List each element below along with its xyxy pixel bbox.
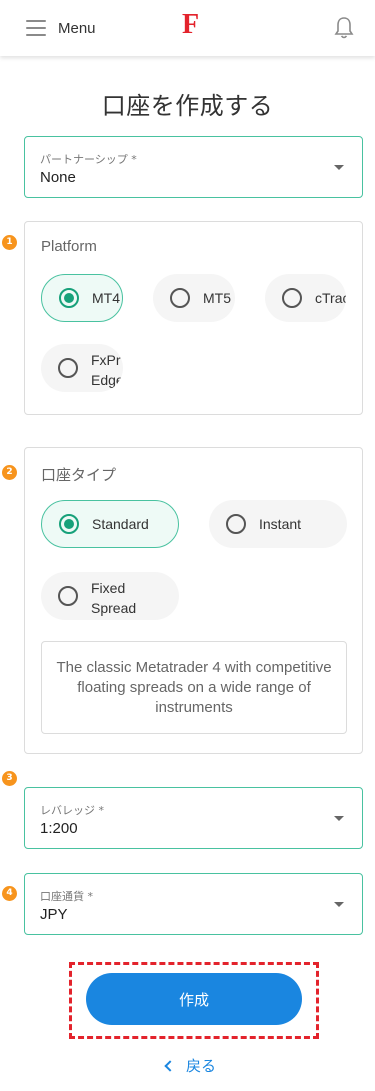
account-type-option-label-line1: Fixed xyxy=(91,580,126,596)
platform-option-ctrader[interactable]: cTrac xyxy=(265,274,346,322)
currency-label: 口座通貨 * xyxy=(40,890,93,903)
radio-unchecked-icon xyxy=(58,586,78,606)
back-label: 戻る xyxy=(186,1057,217,1075)
account-type-card: 口座タイプ Standard Instant Fixed Spread The … xyxy=(24,447,363,754)
chevron-left-icon xyxy=(164,1060,176,1072)
platform-option-label-line2: Edge xyxy=(91,372,123,388)
account-type-option-fixed-spread[interactable]: Fixed Spread xyxy=(41,572,179,620)
radio-checked-icon xyxy=(59,514,79,534)
step-badge-1: 1 xyxy=(2,235,17,250)
account-type-option-instant[interactable]: Instant xyxy=(209,500,347,548)
brand-logo[interactable]: F xyxy=(182,9,199,41)
top-app-bar: Menu F xyxy=(0,0,375,56)
account-type-option-label: Fixed Spread xyxy=(91,578,136,618)
radio-unchecked-icon xyxy=(170,288,190,308)
platform-option-label-line1: FxPr xyxy=(91,352,121,368)
hamburger-icon xyxy=(26,20,46,36)
platform-title: Platform xyxy=(41,238,97,255)
platform-option-label: MT4 xyxy=(92,290,120,306)
platform-option-label: FxPr Edge xyxy=(91,350,123,390)
account-type-description: The classic Metatrader 4 with competitiv… xyxy=(41,641,347,734)
partnership-value: None xyxy=(40,169,76,186)
partnership-label: パートナーシップ * xyxy=(40,153,137,166)
chevron-down-icon xyxy=(334,816,344,821)
menu-button[interactable]: Menu xyxy=(26,16,96,40)
partnership-select[interactable]: パートナーシップ * None xyxy=(24,136,363,198)
step-badge-3: 3 xyxy=(2,771,17,786)
leverage-select[interactable]: レバレッジ * 1:200 xyxy=(24,787,363,849)
currency-select[interactable]: 口座通貨 * JPY xyxy=(24,873,363,935)
highlight-frame: 作成 xyxy=(69,962,319,1039)
leverage-label: レバレッジ * xyxy=(40,804,104,817)
platform-option-fxpro-edge[interactable]: FxPr Edge xyxy=(41,344,123,392)
platform-card: Platform MT4 MT5 cTrac FxPr Edge xyxy=(24,221,363,415)
chevron-down-icon xyxy=(334,902,344,907)
radio-unchecked-icon xyxy=(282,288,302,308)
platform-option-mt5[interactable]: MT5 xyxy=(153,274,235,322)
bell-icon[interactable] xyxy=(333,16,355,40)
menu-label: Menu xyxy=(58,19,96,37)
step-badge-2: 2 xyxy=(2,465,17,480)
platform-option-label: cTrac xyxy=(315,290,346,306)
step-badge-4: 4 xyxy=(2,886,17,901)
account-type-option-label-line2: Spread xyxy=(91,600,137,616)
account-type-title: 口座タイプ xyxy=(41,467,117,484)
account-type-option-label: Standard xyxy=(92,516,149,532)
account-type-option-standard[interactable]: Standard xyxy=(41,500,179,548)
back-link[interactable]: 戻る xyxy=(164,1055,217,1076)
platform-option-mt4[interactable]: MT4 xyxy=(41,274,123,322)
radio-unchecked-icon xyxy=(58,358,78,378)
page-title: 口座を作成する xyxy=(101,92,274,120)
chevron-down-icon xyxy=(334,165,344,170)
currency-value: JPY xyxy=(40,906,68,923)
radio-unchecked-icon xyxy=(226,514,246,534)
radio-checked-icon xyxy=(59,288,79,308)
leverage-value: 1:200 xyxy=(40,820,78,837)
create-account-button[interactable]: 作成 xyxy=(86,973,302,1025)
account-type-option-label: Instant xyxy=(259,516,302,532)
platform-option-label: MT5 xyxy=(203,290,231,306)
